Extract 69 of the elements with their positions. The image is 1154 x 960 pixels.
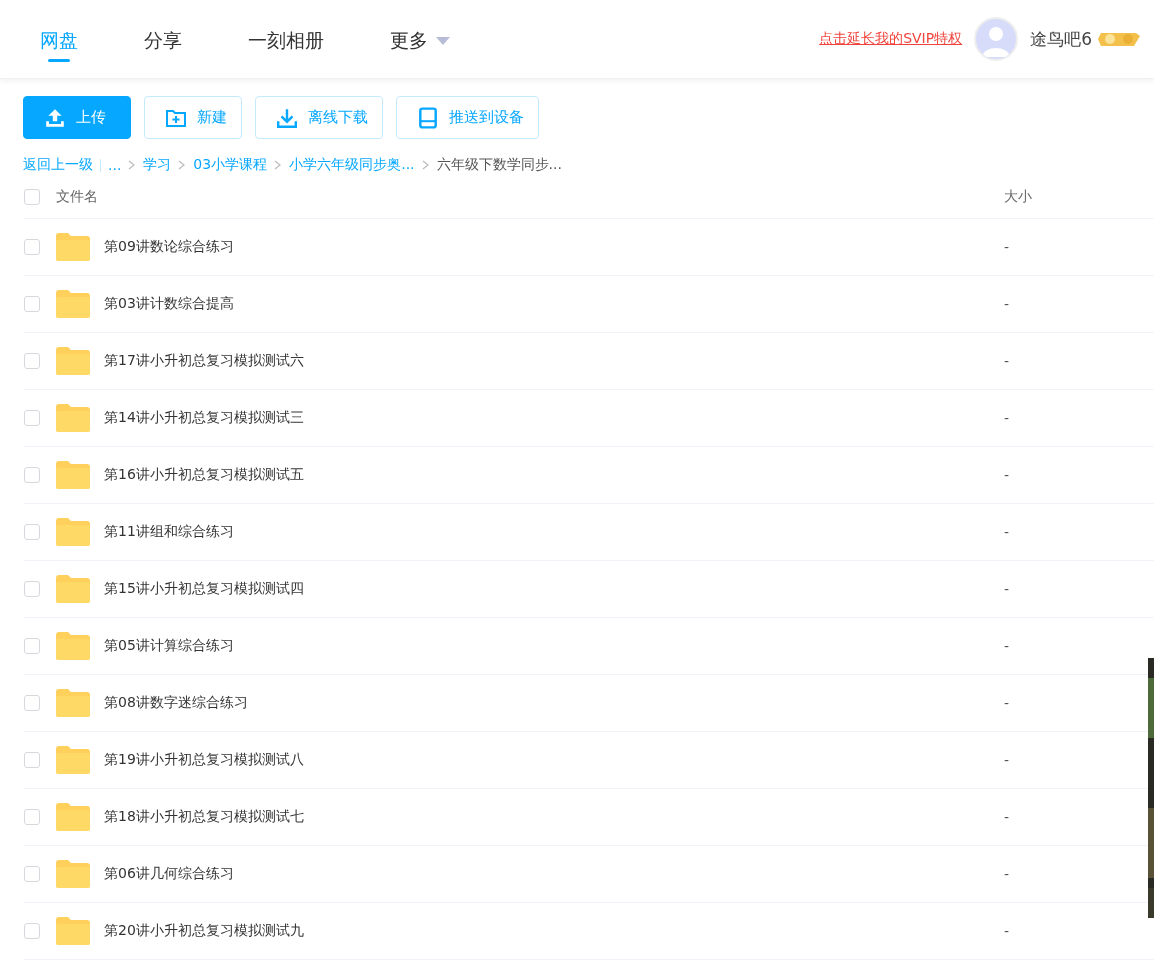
row-checkbox[interactable] — [24, 524, 40, 540]
row-checkbox[interactable] — [24, 581, 40, 597]
svip-link[interactable]: 点击延长我的SVIP特权 — [819, 30, 963, 48]
row-checkbox[interactable] — [24, 353, 40, 369]
file-size: - — [1004, 866, 1011, 882]
file-name[interactable]: 第03讲计数综合提高 — [104, 295, 234, 313]
file-name[interactable]: 第05讲计算综合练习 — [104, 637, 234, 655]
chevron-icon — [178, 160, 187, 170]
file-size: - — [1004, 923, 1011, 939]
tablet-icon — [417, 106, 439, 129]
file-name[interactable]: 第16讲小升初总复习模拟测试五 — [104, 466, 304, 484]
folder-icon — [56, 632, 90, 660]
file-size: - — [1004, 239, 1011, 255]
file-name[interactable]: 第11讲组和综合练习 — [104, 523, 234, 541]
file-size: - — [1004, 524, 1011, 540]
column-header[interactable]: 文件名 — [56, 187, 1004, 206]
vip-badge-icon — [1098, 30, 1142, 48]
nav-tab[interactable]: 分享 — [126, 4, 200, 74]
file-size: - — [1004, 296, 1011, 312]
chevron-icon — [274, 160, 283, 170]
file-name[interactable]: 第06讲几何综合练习 — [104, 865, 234, 883]
folder-icon — [56, 461, 90, 489]
file-size: - — [1004, 695, 1011, 711]
file-name[interactable]: 第19讲小升初总复习模拟测试八 — [104, 751, 304, 769]
file-name[interactable]: 第20讲小升初总复习模拟测试九 — [104, 922, 304, 940]
file-name[interactable]: 第17讲小升初总复习模拟测试六 — [104, 352, 304, 370]
column-header[interactable]: 大小 — [1004, 187, 1154, 206]
chevron-icon — [128, 160, 137, 170]
row-checkbox[interactable] — [24, 638, 40, 654]
chevron-icon — [421, 160, 430, 170]
folder-icon — [56, 746, 90, 774]
file-size: - — [1004, 353, 1011, 369]
breadcrumb-item: 六年级下数学同步... — [436, 156, 562, 174]
file-name[interactable]: 第08讲数字迷综合练习 — [104, 694, 248, 712]
nav-tab[interactable]: 更多 — [372, 4, 468, 74]
file-size: - — [1004, 467, 1011, 483]
folder-icon — [56, 518, 90, 546]
folder-icon — [56, 689, 90, 717]
row-checkbox[interactable] — [24, 410, 40, 426]
file-name[interactable]: 第18讲小升初总复习模拟测试七 — [104, 808, 304, 826]
file-size: - — [1004, 752, 1011, 768]
row-checkbox[interactable] — [24, 752, 40, 768]
file-size: - — [1004, 638, 1011, 654]
file-name[interactable]: 第14讲小升初总复习模拟测试三 — [104, 409, 304, 427]
folder-icon — [56, 575, 90, 603]
folder-icon — [56, 233, 90, 261]
row-checkbox[interactable] — [24, 467, 40, 483]
row-checkbox[interactable] — [24, 866, 40, 882]
folder-icon — [56, 404, 90, 432]
folder-icon — [56, 860, 90, 888]
row-checkbox[interactable] — [24, 923, 40, 939]
file-size: - — [1004, 581, 1011, 597]
nav-tab[interactable]: 一刻相册 — [230, 4, 342, 74]
username[interactable]: 途鸟吧6 — [1030, 27, 1092, 51]
select-all-checkbox[interactable] — [24, 188, 40, 205]
folder-icon — [56, 347, 90, 375]
row-checkbox[interactable] — [24, 695, 40, 711]
row-checkbox[interactable] — [24, 809, 40, 825]
folder-icon — [56, 290, 90, 318]
folder-icon — [56, 803, 90, 831]
row-checkbox[interactable] — [24, 239, 40, 255]
file-name[interactable]: 第09讲数论综合练习 — [104, 238, 234, 256]
row-checkbox[interactable] — [24, 296, 40, 312]
file-size: - — [1004, 410, 1011, 426]
file-size: - — [1004, 809, 1011, 825]
download-icon — [276, 106, 298, 129]
avatar-icon[interactable] — [974, 17, 1019, 61]
file-name[interactable]: 第15讲小升初总复习模拟测试四 — [104, 580, 304, 598]
folder-icon — [56, 917, 90, 945]
